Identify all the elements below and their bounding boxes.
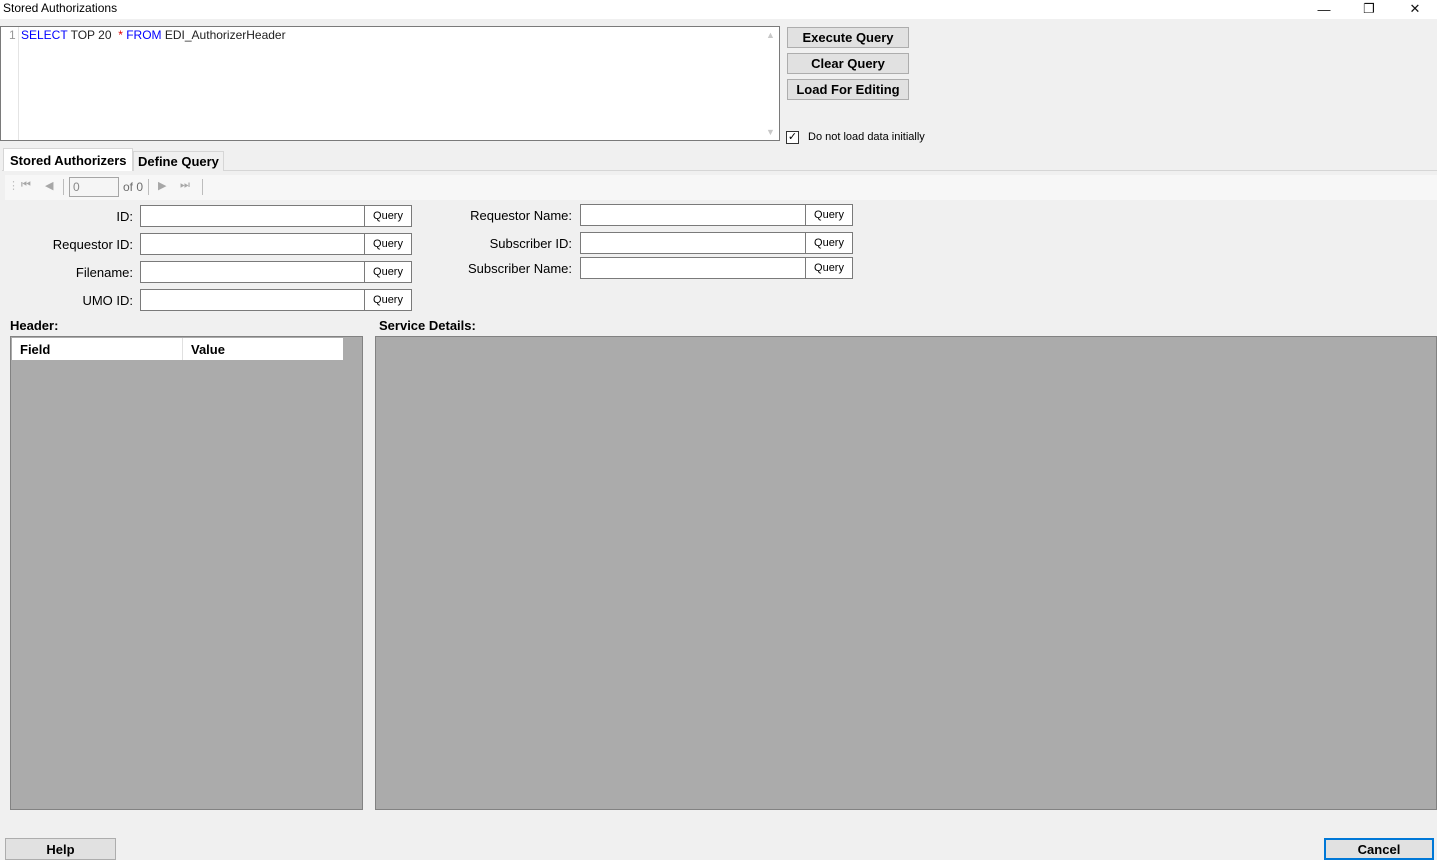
subscriber-name-label: Subscriber Name:: [467, 261, 572, 276]
window-title: Stored Authorizations: [3, 1, 118, 15]
record-count-label: of 0: [123, 180, 144, 194]
subscriber-name-input[interactable]: [580, 257, 806, 279]
move-first-icon[interactable]: ⏮: [21, 179, 31, 192]
sql-table-name: EDI_AuthorizerHeader: [164, 28, 286, 42]
help-button[interactable]: Help: [5, 838, 116, 860]
move-next-icon[interactable]: ▶: [158, 179, 166, 192]
subscriber-id-input[interactable]: [580, 232, 806, 254]
sql-keyword-select: SELECT: [21, 28, 68, 42]
scroll-up-icon[interactable]: ▲: [766, 30, 775, 40]
sql-top-clause: TOP 20: [70, 28, 112, 42]
id-query-button[interactable]: Query: [364, 205, 412, 227]
umo-id-label: UMO ID:: [82, 293, 133, 308]
clear-query-button[interactable]: Clear Query: [787, 53, 909, 74]
sql-wildcard: *: [118, 28, 123, 42]
title-bar: Stored Authorizations — ❐ ✕: [0, 0, 1437, 19]
load-for-editing-button[interactable]: Load For Editing: [787, 79, 909, 100]
header-panel-title: Header:: [10, 318, 59, 333]
move-previous-icon[interactable]: ◀: [45, 179, 53, 192]
subscriber-id-query-button[interactable]: Query: [805, 232, 853, 254]
line-number-gutter: 1: [1, 27, 19, 140]
requestor-id-input[interactable]: [140, 233, 365, 255]
record-navigator: ⋮ ⏮ ◀ 0 of 0 ▶ ⏭: [5, 175, 1437, 200]
subscriber-id-label: Subscriber ID:: [489, 236, 572, 251]
toolbar-grip-icon: ⋮: [8, 180, 19, 192]
execute-query-button[interactable]: Execute Query: [787, 27, 909, 48]
scroll-down-icon[interactable]: ▼: [766, 127, 775, 137]
cancel-button[interactable]: Cancel: [1324, 838, 1434, 860]
restore-icon[interactable]: ❐: [1346, 0, 1392, 18]
filename-label: Filename:: [75, 265, 133, 280]
umo-id-input[interactable]: [140, 289, 365, 311]
sql-query-text[interactable]: SELECT TOP 20 * FROM EDI_AuthorizerHeade…: [21, 28, 286, 42]
requestor-name-query-button[interactable]: Query: [805, 204, 853, 226]
requestor-id-query-button[interactable]: Query: [364, 233, 412, 255]
editor-scrollbar[interactable]: ▲ ▼: [762, 27, 779, 140]
header-grid-column-headers: Field Value: [12, 338, 343, 360]
checkmark-icon: ✓: [787, 131, 798, 143]
no-load-checkbox[interactable]: ✓: [786, 131, 799, 144]
subscriber-name-query-button[interactable]: Query: [805, 257, 853, 279]
service-details-title: Service Details:: [379, 318, 476, 333]
requestor-id-label: Requestor ID:: [52, 237, 133, 252]
id-input[interactable]: [140, 205, 365, 227]
close-icon[interactable]: ✕: [1392, 0, 1437, 18]
filename-input[interactable]: [140, 261, 365, 283]
toolbar-separator: [202, 179, 203, 195]
umo-id-query-button[interactable]: Query: [364, 289, 412, 311]
move-last-icon[interactable]: ⏭: [180, 179, 190, 192]
sql-editor[interactable]: 1 SELECT TOP 20 * FROM EDI_AuthorizerHea…: [0, 26, 780, 141]
position-input[interactable]: 0: [69, 177, 119, 197]
column-header-field[interactable]: Field: [12, 338, 183, 360]
toolbar-separator: [63, 179, 64, 195]
requestor-name-input[interactable]: [580, 204, 806, 226]
line-number: 1: [9, 28, 16, 42]
no-load-label: Do not load data initially: [808, 131, 925, 143]
requestor-name-label: Requestor Name:: [470, 208, 572, 223]
minimize-icon[interactable]: —: [1301, 0, 1347, 18]
filename-query-button[interactable]: Query: [364, 261, 412, 283]
tab-define-query[interactable]: Define Query: [133, 151, 224, 171]
header-grid[interactable]: Field Value: [10, 336, 363, 810]
sql-keyword-from: FROM: [126, 28, 162, 42]
tab-stored-authorizers[interactable]: Stored Authorizers: [3, 148, 133, 171]
id-label: ID:: [116, 209, 133, 224]
service-details-grid[interactable]: [375, 336, 1437, 810]
toolbar-separator: [148, 179, 149, 195]
column-header-value[interactable]: Value: [183, 338, 343, 360]
